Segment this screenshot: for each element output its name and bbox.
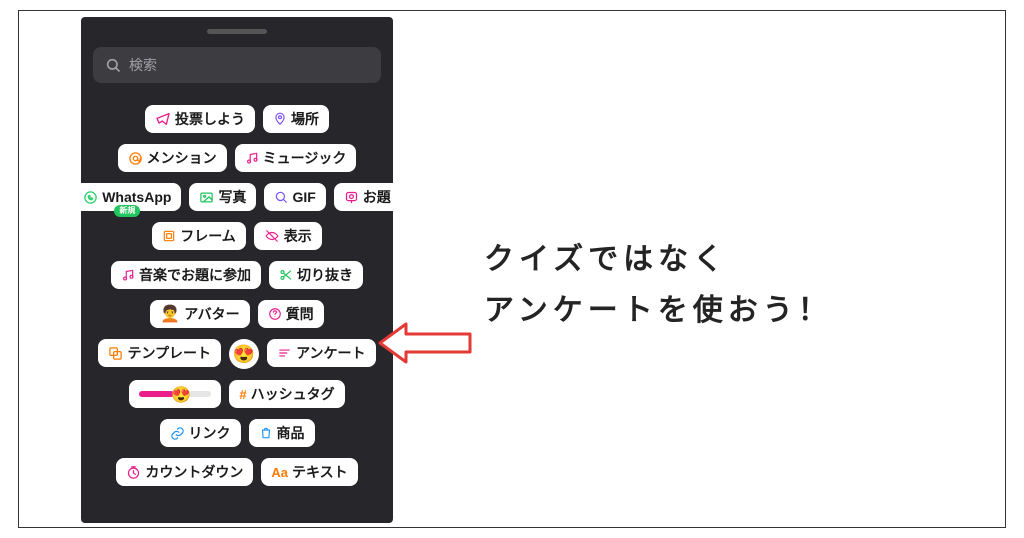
- emoji-reaction-sticker[interactable]: 😍: [229, 339, 259, 369]
- emoji-slider-sticker[interactable]: 😍: [129, 380, 221, 408]
- cutout-icon: [279, 268, 293, 282]
- hashtag-prefix-icon: #: [239, 387, 246, 402]
- sticker-cutout[interactable]: 切り抜き: [269, 261, 363, 289]
- search-input[interactable]: [129, 57, 369, 73]
- sticker-label: お題: [363, 187, 391, 207]
- sticker-row: フレーム 表示: [89, 222, 385, 250]
- mobile-sticker-tray: 投票しよう 場所メンション ミュージック WhatsApp新規 写真 GIF お題フレーム 表…: [81, 17, 393, 523]
- search-bar[interactable]: [93, 47, 381, 83]
- caption-line-2: アンケートを使おう！: [484, 285, 833, 336]
- music-icon: [245, 151, 259, 165]
- template-icon: [108, 346, 123, 361]
- frame-icon: [162, 229, 176, 243]
- sticker-avatar[interactable]: 🧑‍🦱アバター: [150, 300, 249, 328]
- sticker-template[interactable]: テンプレート: [98, 339, 221, 367]
- sticker-label: メンション: [147, 148, 217, 168]
- annotation-caption: クイズではなく アンケートを使おう！: [484, 234, 833, 336]
- sticker-row: 音楽でお題に参加 切り抜き: [89, 261, 385, 289]
- gif-icon: [274, 190, 288, 204]
- sticker-label: 写真: [218, 187, 246, 207]
- countdown-icon: [126, 465, 141, 480]
- sticker-label: 質問: [286, 304, 314, 324]
- vote-icon: [155, 111, 171, 127]
- sticker-label: フレーム: [180, 226, 236, 246]
- sticker-row: カウントダウン Aa テキスト: [89, 458, 385, 486]
- sticker-prompt[interactable]: お題: [334, 183, 393, 211]
- sticker-label: アンケート: [296, 343, 365, 363]
- sticker-gif[interactable]: GIF: [264, 183, 325, 211]
- phone-notch: [207, 29, 267, 34]
- sticker-row: WhatsApp新規写真GIFお題: [89, 183, 385, 211]
- sticker-countdown[interactable]: カウントダウン: [116, 458, 253, 486]
- photo-icon: [199, 190, 214, 205]
- sticker-grid: 投票しよう 場所メンション ミュージック WhatsApp新規 写真 GIF お題フレーム 表…: [81, 105, 393, 515]
- visibility-icon: [264, 229, 280, 243]
- sticker-location[interactable]: 場所: [263, 105, 329, 133]
- sticker-row: 🧑‍🦱アバター 質問: [89, 300, 385, 328]
- sticker-label: 切り抜き: [297, 265, 353, 285]
- sticker-music-prompt[interactable]: 音楽でお題に参加: [111, 261, 261, 289]
- sticker-whatsapp[interactable]: WhatsApp新規: [81, 183, 181, 211]
- sticker-row: テンプレート 😍 アンケート: [89, 339, 385, 369]
- sticker-label: GIF: [292, 189, 315, 205]
- sticker-label: 商品: [277, 423, 305, 443]
- music-prompt-icon: [121, 268, 135, 282]
- sticker-mention[interactable]: メンション: [118, 144, 227, 172]
- sticker-label: アバター: [184, 304, 239, 324]
- sticker-vote[interactable]: 投票しよう: [145, 105, 255, 133]
- sticker-label: テンプレート: [127, 343, 211, 363]
- sticker-poll[interactable]: アンケート: [267, 339, 375, 367]
- sticker-label: WhatsApp: [102, 189, 171, 205]
- sticker-row: メンション ミュージック: [89, 144, 385, 172]
- text-prefix-icon: Aa: [271, 465, 288, 480]
- poll-icon: [277, 346, 292, 360]
- avatar-emoji-icon: 🧑‍🦱: [160, 304, 180, 324]
- link-icon: [170, 426, 185, 441]
- sticker-label: 投票しよう: [175, 109, 245, 129]
- sticker-label: 表示: [284, 226, 312, 246]
- new-badge: 新規: [114, 205, 140, 217]
- prompt-icon: [344, 190, 359, 205]
- sticker-label: リンク: [189, 423, 231, 443]
- annotation-arrow: [378, 316, 473, 376]
- caption-line-1: クイズではなく: [484, 234, 833, 285]
- sticker-label: 音楽でお題に参加: [139, 265, 251, 285]
- outer-frame: 投票しよう 場所メンション ミュージック WhatsApp新規 写真 GIF お題フレーム 表…: [18, 10, 1006, 528]
- sticker-label: 場所: [291, 109, 319, 129]
- sticker-visibility[interactable]: 表示: [254, 222, 322, 250]
- sticker-frame[interactable]: フレーム: [152, 222, 246, 250]
- mention-icon: [128, 151, 143, 166]
- sticker-photo[interactable]: 写真: [189, 183, 256, 211]
- sticker-row: 😍 # ハッシュタグ: [89, 380, 385, 408]
- sticker-link[interactable]: リンク: [160, 419, 241, 447]
- sticker-product[interactable]: 商品: [249, 419, 315, 447]
- whatsapp-icon: [83, 190, 98, 205]
- sticker-music[interactable]: ミュージック: [235, 144, 357, 172]
- sticker-row: リンク 商品: [89, 419, 385, 447]
- search-icon: [105, 57, 121, 73]
- sticker-row: 投票しよう 場所: [89, 105, 385, 133]
- sticker-label: カウントダウン: [145, 462, 243, 482]
- sticker-text[interactable]: Aa テキスト: [261, 458, 357, 486]
- sticker-label: テキスト: [292, 462, 348, 482]
- sticker-label: ミュージック: [263, 148, 347, 168]
- sticker-label: ハッシュタグ: [251, 384, 335, 404]
- sticker-hashtag[interactable]: # ハッシュタグ: [229, 380, 344, 408]
- sticker-question[interactable]: 質問: [258, 300, 324, 328]
- product-icon: [259, 426, 273, 440]
- question-icon: [268, 307, 282, 321]
- location-icon: [273, 112, 287, 126]
